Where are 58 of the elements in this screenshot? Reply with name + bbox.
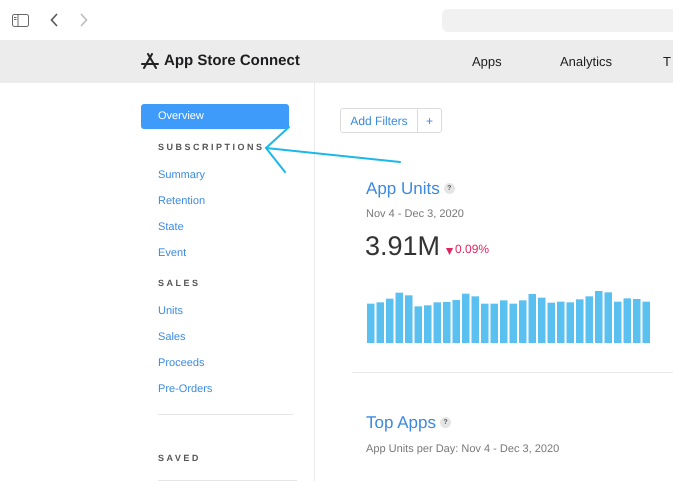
chart-bar bbox=[443, 302, 450, 343]
chart-bar bbox=[586, 296, 593, 343]
sidebar-link[interactable]: Pre-Orders bbox=[158, 381, 314, 395]
chart-bar bbox=[614, 302, 622, 343]
chart-bar bbox=[424, 305, 432, 343]
chart-bar bbox=[500, 300, 508, 343]
back-icon[interactable] bbox=[50, 13, 59, 27]
chart-bar bbox=[633, 299, 640, 343]
chart-bar bbox=[481, 304, 488, 343]
nav-link[interactable]: T bbox=[663, 52, 673, 72]
sidebar-link[interactable]: Summary bbox=[158, 167, 314, 181]
chart-bar bbox=[566, 302, 574, 343]
date-range: Nov 4 - Dec 3, 2020 bbox=[366, 206, 465, 222]
chart-bar bbox=[538, 298, 546, 343]
add-button[interactable]: + bbox=[418, 109, 441, 132]
chart-bar bbox=[367, 304, 374, 343]
metric-change: 0.09% bbox=[455, 241, 490, 258]
down-triangle-icon bbox=[446, 248, 454, 255]
add-filters-button[interactable]: Add Filters bbox=[341, 109, 418, 132]
chart-bar bbox=[434, 302, 441, 343]
sidebar-link[interactable]: Units bbox=[158, 303, 314, 317]
chart-bar bbox=[528, 294, 536, 343]
chart-bar bbox=[595, 291, 602, 343]
chart-bar bbox=[376, 302, 384, 343]
chart-bar bbox=[396, 292, 403, 343]
overview-button[interactable]: Overview bbox=[141, 104, 289, 129]
nav-link[interactable]: Apps bbox=[472, 52, 560, 72]
sidebar-link[interactable]: Retention bbox=[158, 193, 314, 207]
chart-bar bbox=[548, 302, 555, 343]
chart-bar bbox=[576, 299, 584, 343]
sidebar-link[interactable]: Sales bbox=[158, 329, 314, 343]
chart-bar bbox=[624, 298, 631, 343]
metric-value: 3.91M bbox=[365, 230, 440, 262]
app-title[interactable]: App Store Connect bbox=[164, 50, 300, 73]
chart-bar bbox=[490, 304, 498, 343]
section-heading: SAVED bbox=[158, 452, 202, 465]
chart-bar bbox=[462, 294, 470, 343]
section-heading: SALES bbox=[158, 277, 202, 290]
chart-bar bbox=[452, 300, 460, 343]
chart-bar bbox=[510, 304, 517, 343]
chart-bar bbox=[414, 306, 422, 343]
chart-bar bbox=[557, 302, 564, 343]
sidebar-toggle-icon[interactable] bbox=[12, 14, 29, 26]
chart-bar bbox=[642, 302, 650, 343]
chart-bar bbox=[405, 295, 412, 343]
card-title[interactable]: App Units bbox=[366, 176, 440, 202]
chart-bar bbox=[519, 300, 526, 343]
chart-bar bbox=[386, 298, 394, 343]
section-heading: SUBSCRIPTIONS bbox=[158, 141, 266, 154]
sidebar-link[interactable]: Event bbox=[158, 245, 314, 259]
chart-bar bbox=[472, 296, 479, 343]
card-title[interactable]: Top Apps bbox=[366, 410, 436, 436]
app-store-logo-icon bbox=[141, 53, 159, 70]
sidebar-link[interactable]: Proceeds bbox=[158, 355, 314, 369]
sidebar-link[interactable]: State bbox=[158, 219, 314, 233]
card-subtitle: App Units per Day: Nov 4 - Dec 3, 2020 bbox=[366, 442, 560, 456]
nav-link[interactable]: Analytics bbox=[560, 52, 663, 72]
chart-bar bbox=[604, 292, 612, 343]
